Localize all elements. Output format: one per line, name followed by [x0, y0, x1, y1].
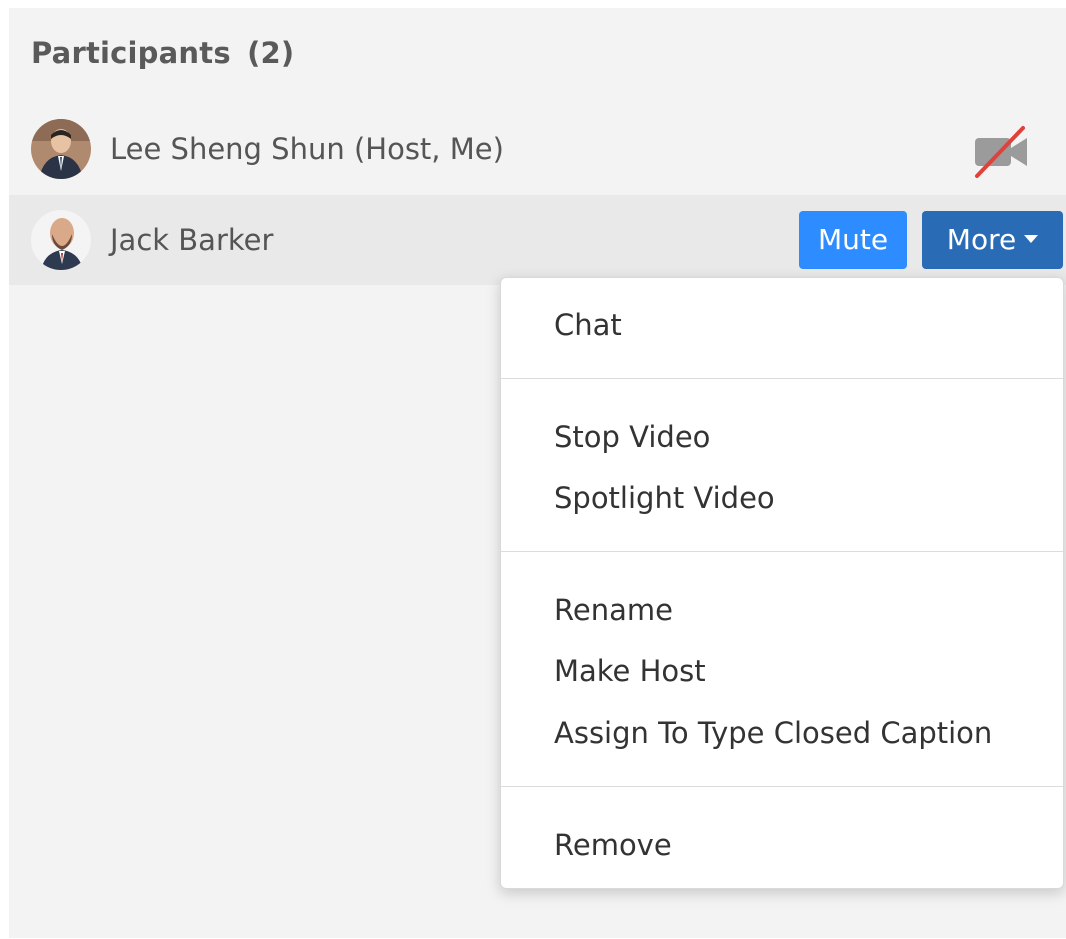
mute-button[interactable]: Mute: [799, 211, 907, 269]
caret-down-icon: [1024, 235, 1039, 243]
menu-item-rename[interactable]: Rename: [554, 593, 673, 627]
more-button-label: More: [946, 223, 1017, 256]
menu-item-assign-closed-caption[interactable]: Assign To Type Closed Caption: [554, 716, 992, 750]
participant-row-jack[interactable]: Jack Barker Mute More: [9, 195, 1066, 285]
menu-divider: [501, 551, 1063, 552]
menu-item-make-host[interactable]: Make Host: [554, 654, 706, 688]
more-dropdown-menu: Chat Stop Video Spotlight Video Rename M…: [500, 277, 1064, 889]
avatar: [31, 210, 91, 270]
menu-divider: [501, 786, 1063, 787]
panel-title: Participants (2): [31, 36, 294, 70]
panel-title-text: Participants: [31, 36, 231, 70]
menu-item-stop-video[interactable]: Stop Video: [554, 420, 710, 454]
participant-name: Lee Sheng Shun (Host, Me): [110, 132, 504, 166]
menu-item-spotlight-video[interactable]: Spotlight Video: [554, 481, 775, 515]
menu-item-chat[interactable]: Chat: [554, 308, 622, 342]
video-off-icon[interactable]: [969, 124, 1033, 180]
menu-divider: [501, 378, 1063, 379]
participant-name: Jack Barker: [110, 223, 274, 257]
more-button[interactable]: More: [922, 211, 1063, 269]
participant-row-host[interactable]: Lee Sheng Shun (Host, Me): [9, 104, 1066, 194]
avatar: [31, 119, 91, 179]
menu-item-remove[interactable]: Remove: [554, 828, 672, 862]
participant-count: (2): [247, 36, 295, 70]
